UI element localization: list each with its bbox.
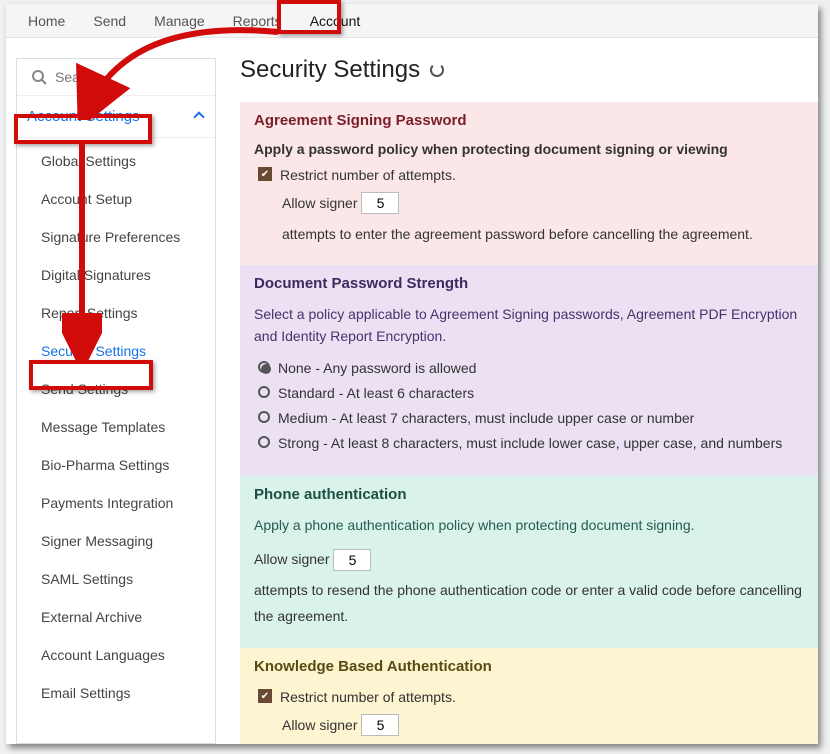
radio-icon[interactable] bbox=[258, 411, 270, 423]
sidebar-item-digital-signatures[interactable]: Digital Signatures bbox=[17, 256, 215, 294]
section-subheading: Apply a password policy when protecting … bbox=[254, 141, 804, 157]
strength-option-standard[interactable]: Standard - At least 6 characters bbox=[258, 383, 804, 404]
sidebar-item-security-settings[interactable]: Security Settings bbox=[17, 332, 215, 370]
sidebar-item-payments-integration[interactable]: Payments Integration bbox=[17, 484, 215, 522]
nav-reports[interactable]: Reports bbox=[219, 7, 296, 35]
option-label: Medium - At least 7 characters, must inc… bbox=[278, 408, 694, 429]
restrict-attempts-row[interactable]: ✔ Restrict number of attempts. bbox=[258, 165, 804, 186]
kba-restrict-row[interactable]: ✔ Restrict number of attempts. bbox=[258, 687, 804, 708]
search-icon bbox=[31, 69, 47, 85]
allow-post-text: attempts to validate their identity befo… bbox=[282, 743, 691, 744]
allow-post-text: attempts to resend the phone authenticat… bbox=[254, 577, 804, 630]
top-nav: Home Send Manage Reports Account bbox=[6, 4, 818, 38]
sidebar-item-signature-preferences[interactable]: Signature Preferences bbox=[17, 218, 215, 256]
section-heading: Agreement Signing Password bbox=[254, 112, 804, 129]
search-input[interactable] bbox=[55, 69, 175, 85]
strength-option-none[interactable]: None - Any password is allowed bbox=[258, 358, 804, 379]
option-label: Strong - At least 8 characters, must inc… bbox=[278, 433, 782, 454]
sidebar-item-external-archive[interactable]: External Archive bbox=[17, 598, 215, 636]
page-title-text: Security Settings bbox=[240, 56, 420, 84]
allow-pre-text: Allow signer bbox=[282, 712, 357, 739]
sidebar-item-message-templates[interactable]: Message Templates bbox=[17, 408, 215, 446]
allow-pre-text: Allow signer bbox=[282, 190, 357, 217]
sidebar-item-account-setup[interactable]: Account Setup bbox=[17, 180, 215, 218]
sidebar-accordion-label: Account Settings bbox=[27, 108, 140, 125]
section-heading: Phone authentication bbox=[254, 486, 804, 503]
page-title: Security Settings bbox=[240, 56, 818, 84]
app-window: Home Send Manage Reports Account Account… bbox=[6, 4, 818, 744]
section-phone-authentication: Phone authentication Apply a phone authe… bbox=[240, 476, 818, 648]
option-label: Standard - At least 6 characters bbox=[278, 383, 474, 404]
kba-allow-line: Allow signer attempts to validate their … bbox=[282, 712, 804, 744]
radio-icon[interactable] bbox=[258, 436, 270, 448]
strength-option-strong[interactable]: Strong - At least 8 characters, must inc… bbox=[258, 433, 804, 454]
section-heading: Document Password Strength bbox=[254, 275, 804, 292]
restrict-attempts-label: Restrict number of attempts. bbox=[280, 165, 456, 186]
attempts-input[interactable] bbox=[361, 192, 399, 214]
radio-icon[interactable] bbox=[258, 386, 270, 398]
sidebar-search[interactable] bbox=[17, 59, 215, 96]
strength-option-medium[interactable]: Medium - At least 7 characters, must inc… bbox=[258, 408, 804, 429]
sidebar-item-report-settings[interactable]: Report Settings bbox=[17, 294, 215, 332]
section-heading: Knowledge Based Authentication bbox=[254, 658, 804, 675]
nav-manage[interactable]: Manage bbox=[140, 7, 219, 35]
section-password-strength: Document Password Strength Select a poli… bbox=[240, 265, 818, 475]
section-agreement-signing-password: Agreement Signing Password Apply a passw… bbox=[240, 102, 818, 265]
sidebar-item-send-settings[interactable]: Send Settings bbox=[17, 370, 215, 408]
sidebar-item-account-languages[interactable]: Account Languages bbox=[17, 636, 215, 674]
sidebar-item-email-settings[interactable]: Email Settings bbox=[17, 674, 215, 712]
option-label: None - Any password is allowed bbox=[278, 358, 476, 379]
sidebar: Account Settings Global Settings Account… bbox=[16, 58, 216, 744]
allow-pre-text: Allow signer bbox=[254, 546, 329, 573]
sidebar-item-bio-pharma-settings[interactable]: Bio-Pharma Settings bbox=[17, 446, 215, 484]
checkbox-icon[interactable]: ✔ bbox=[258, 689, 272, 703]
phone-allow-line: Allow signer attempts to resend the phon… bbox=[254, 546, 804, 630]
phone-attempts-input[interactable] bbox=[333, 549, 371, 571]
refresh-icon[interactable] bbox=[430, 63, 444, 77]
section-description: Select a policy applicable to Agreement … bbox=[254, 304, 804, 347]
nav-account[interactable]: Account bbox=[296, 7, 375, 35]
radio-icon[interactable] bbox=[258, 361, 270, 373]
nav-home[interactable]: Home bbox=[14, 7, 79, 35]
nav-send[interactable]: Send bbox=[79, 7, 140, 35]
checkbox-icon[interactable]: ✔ bbox=[258, 167, 272, 181]
section-kba: Knowledge Based Authentication ✔ Restric… bbox=[240, 648, 818, 744]
kba-attempts-input[interactable] bbox=[361, 714, 399, 736]
allow-post-text: attempts to enter the agreement password… bbox=[282, 221, 753, 248]
section-description: Apply a phone authentication policy when… bbox=[254, 515, 804, 537]
sidebar-list: Global Settings Account Setup Signature … bbox=[17, 138, 215, 712]
main-panel: Security Settings Agreement Signing Pass… bbox=[216, 38, 818, 744]
sidebar-item-signer-messaging[interactable]: Signer Messaging bbox=[17, 522, 215, 560]
kba-restrict-label: Restrict number of attempts. bbox=[280, 687, 456, 708]
sidebar-item-saml-settings[interactable]: SAML Settings bbox=[17, 560, 215, 598]
chevron-up-icon bbox=[193, 111, 204, 122]
allow-signer-line: Allow signer attempts to enter the agree… bbox=[282, 190, 804, 247]
sidebar-accordion-account-settings[interactable]: Account Settings bbox=[17, 96, 215, 138]
sidebar-item-global-settings[interactable]: Global Settings bbox=[17, 142, 215, 180]
